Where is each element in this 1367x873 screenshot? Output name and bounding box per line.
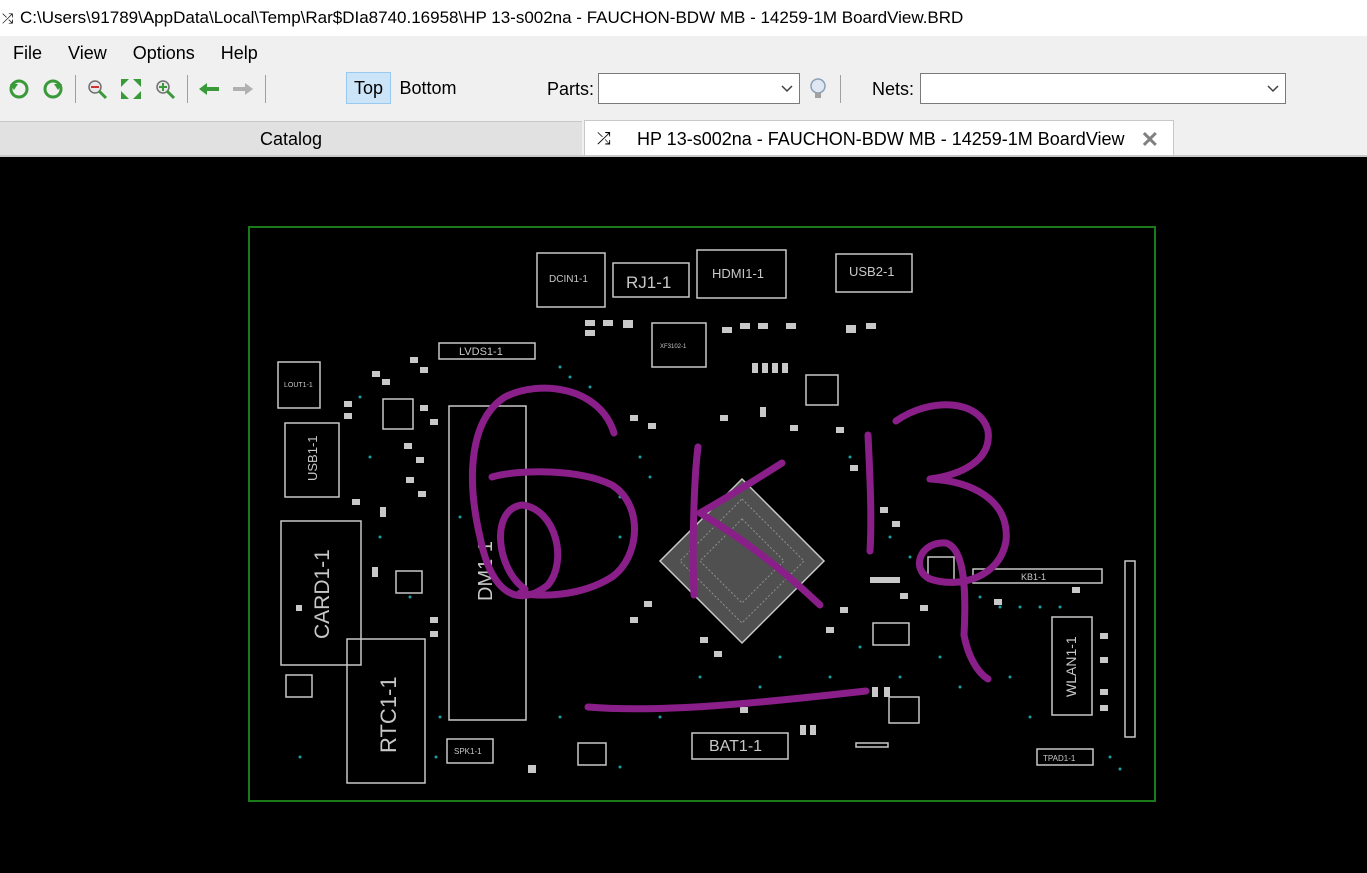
- zoom-in-icon[interactable]: [153, 77, 177, 101]
- title-bar: ⤮ C:\Users\91789\AppData\Local\Temp\Rar$…: [0, 0, 1367, 36]
- small-part[interactable]: [395, 570, 423, 594]
- xf-label: XF3102-1: [660, 344, 687, 350]
- wlan-label: WLAN1-1: [1063, 636, 1079, 697]
- small-part[interactable]: [855, 742, 889, 748]
- parts-combo[interactable]: [598, 73, 800, 104]
- window-title: C:\Users\91789\AppData\Local\Temp\Rar$DI…: [20, 8, 964, 27]
- lightbulb-icon[interactable]: [806, 77, 830, 101]
- tab-catalog[interactable]: Catalog: [0, 121, 582, 156]
- rtc-label: RTC1-1: [376, 676, 401, 753]
- chevron-down-icon: [781, 85, 793, 93]
- zoom-out-icon[interactable]: [85, 77, 109, 101]
- spk-label: SPK1-1: [454, 747, 482, 756]
- toolbar-separator: [75, 75, 76, 103]
- small-part[interactable]: [285, 674, 313, 698]
- toolbar-separator: [187, 75, 188, 103]
- card-label: CARD1-1: [311, 549, 334, 639]
- fit-icon[interactable]: [119, 77, 143, 101]
- usb2-label: USB2-1: [849, 264, 895, 279]
- back-arrow-icon[interactable]: [197, 77, 221, 101]
- menu-options[interactable]: Options: [120, 43, 208, 64]
- lvds-label: LVDS1-1: [459, 346, 503, 358]
- kb-label: KB1-1: [1021, 572, 1046, 582]
- menu-bar: File View Options Help: [0, 36, 1367, 70]
- forward-arrow-icon[interactable]: [231, 77, 255, 101]
- toolbar-separator: [840, 75, 841, 103]
- tab-boardview[interactable]: ⤮ HP 13-s002na - FAUCHON-BDW MB - 14259-…: [584, 120, 1174, 157]
- toolbar-separator: [265, 75, 266, 103]
- ic-chip[interactable]: [382, 398, 414, 430]
- board-canvas[interactable]: DCIN1-1 RJ1-1 HDMI1-1 USB2-1 LVDS1-1 LOU…: [0, 157, 1367, 873]
- cpu-chip[interactable]: [658, 477, 826, 645]
- menu-help[interactable]: Help: [208, 43, 271, 64]
- tab-strip: Catalog ⤮ HP 13-s002na - FAUCHON-BDW MB …: [0, 108, 1367, 158]
- nets-label: Nets:: [872, 78, 915, 99]
- menu-view[interactable]: View: [55, 43, 120, 64]
- lout-label: LOUT1-1: [284, 382, 313, 389]
- chevron-down-icon: [1267, 85, 1279, 93]
- menu-file[interactable]: File: [0, 43, 55, 64]
- top-side-button[interactable]: Top: [346, 72, 391, 104]
- dcin-label: DCIN1-1: [549, 274, 588, 285]
- bottom-side-button[interactable]: Bottom: [392, 72, 464, 104]
- tab-boardview-label: HP 13-s002na - FAUCHON-BDW MB - 14259-1M…: [637, 128, 1125, 149]
- ic-chip[interactable]: [805, 374, 839, 406]
- parts-label: Parts:: [547, 78, 595, 99]
- ic-chip[interactable]: [577, 742, 607, 766]
- bat-label: BAT1-1: [709, 738, 762, 755]
- ic-chip[interactable]: [888, 696, 920, 724]
- toolbar: Top Bottom Parts: Nets:: [0, 70, 1367, 108]
- usb1-label: USB1-1: [305, 435, 320, 481]
- board-drawing: DCIN1-1 RJ1-1 HDMI1-1 USB2-1 LVDS1-1 LOU…: [248, 226, 1156, 802]
- app-icon: ⤮: [2, 9, 14, 26]
- tab-catalog-label: Catalog: [259, 128, 323, 149]
- rotate-cw-icon[interactable]: [41, 77, 65, 101]
- small-part[interactable]: [872, 622, 910, 646]
- hdmi-label: HDMI1-1: [712, 266, 764, 281]
- tpad-label: TPAD1-1: [1043, 754, 1076, 763]
- rj-label: RJ1-1: [626, 273, 671, 292]
- rotate-ccw-icon[interactable]: [7, 77, 31, 101]
- edge-connector[interactable]: [1124, 560, 1136, 738]
- close-icon[interactable]: ✕: [1141, 127, 1159, 153]
- boardview-icon: ⤮: [597, 129, 611, 148]
- nets-combo[interactable]: [920, 73, 1286, 104]
